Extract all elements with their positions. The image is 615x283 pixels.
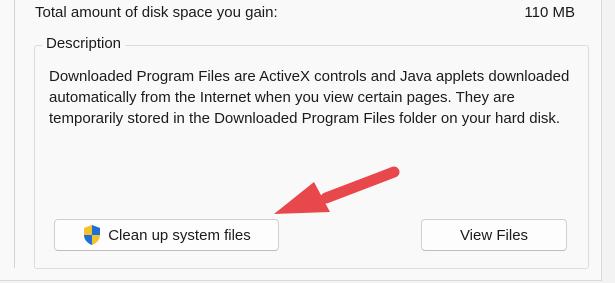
panel-divider — [14, 0, 15, 268]
uac-shield-icon — [82, 224, 102, 246]
disk-cleanup-panel: Total amount of disk space you gain: 110… — [0, 0, 602, 281]
disk-space-gain-value: 110 MB — [524, 4, 575, 21]
clean-up-system-files-button[interactable]: Clean up system files — [54, 219, 279, 251]
description-legend: Description — [42, 35, 126, 52]
disk-space-gain-row: Total amount of disk space you gain: 110… — [35, 4, 575, 26]
view-files-label: View Files — [459, 226, 529, 244]
description-text: Downloaded Program Files are ActiveX con… — [49, 68, 570, 127]
view-files-button[interactable]: View Files — [421, 219, 567, 251]
disk-cleanup-window: Total amount of disk space you gain: 110… — [0, 0, 615, 283]
clean-up-system-files-label: Clean up system files — [108, 226, 251, 244]
disk-space-gain-label: Total amount of disk space you gain: — [35, 4, 278, 21]
